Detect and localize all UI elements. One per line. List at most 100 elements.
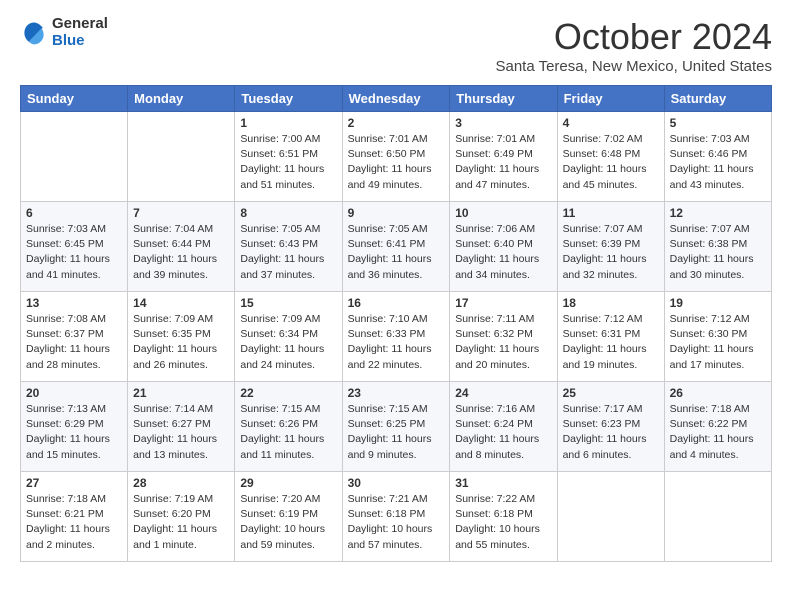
day-info: Sunrise: 7:20 AM Sunset: 6:19 PM Dayligh… (240, 492, 336, 553)
day-number: 24 (455, 386, 551, 400)
logo-icon (20, 19, 48, 47)
day-number: 27 (26, 476, 122, 490)
header-day-thursday: Thursday (450, 86, 557, 112)
day-number: 30 (348, 476, 445, 490)
logo-text: General Blue (52, 16, 108, 49)
calendar-cell: 20 Sunrise: 7:13 AM Sunset: 6:29 PM Dayli… (21, 382, 128, 472)
calendar-cell: 10 Sunrise: 7:06 AM Sunset: 6:40 PM Dayli… (450, 202, 557, 292)
day-info: Sunrise: 7:02 AM Sunset: 6:48 PM Dayligh… (563, 132, 659, 193)
day-number: 2 (348, 116, 445, 130)
day-number: 13 (26, 296, 122, 310)
day-info: Sunrise: 7:05 AM Sunset: 6:43 PM Dayligh… (240, 222, 336, 283)
day-info: Sunrise: 7:19 AM Sunset: 6:20 PM Dayligh… (133, 492, 229, 553)
day-number: 15 (240, 296, 336, 310)
day-number: 28 (133, 476, 229, 490)
calendar-cell: 7 Sunrise: 7:04 AM Sunset: 6:44 PM Daylig… (128, 202, 235, 292)
week-row-2: 6 Sunrise: 7:03 AM Sunset: 6:45 PM Daylig… (21, 202, 772, 292)
header-day-tuesday: Tuesday (235, 86, 342, 112)
header-row: SundayMondayTuesdayWednesdayThursdayFrid… (21, 86, 772, 112)
week-row-3: 13 Sunrise: 7:08 AM Sunset: 6:37 PM Dayli… (21, 292, 772, 382)
calendar-cell (664, 472, 771, 562)
page-header: General Blue October 2024 Santa Teresa, … (20, 16, 772, 75)
day-number: 25 (563, 386, 659, 400)
month-title: October 2024 (495, 16, 772, 58)
day-info: Sunrise: 7:08 AM Sunset: 6:37 PM Dayligh… (26, 312, 122, 373)
day-info: Sunrise: 7:15 AM Sunset: 6:25 PM Dayligh… (348, 402, 445, 463)
day-info: Sunrise: 7:14 AM Sunset: 6:27 PM Dayligh… (133, 402, 229, 463)
calendar-cell: 16 Sunrise: 7:10 AM Sunset: 6:33 PM Dayli… (342, 292, 450, 382)
day-number: 9 (348, 206, 445, 220)
day-number: 31 (455, 476, 551, 490)
day-info: Sunrise: 7:12 AM Sunset: 6:31 PM Dayligh… (563, 312, 659, 373)
calendar-cell: 23 Sunrise: 7:15 AM Sunset: 6:25 PM Dayli… (342, 382, 450, 472)
day-info: Sunrise: 7:03 AM Sunset: 6:46 PM Dayligh… (670, 132, 766, 193)
day-info: Sunrise: 7:13 AM Sunset: 6:29 PM Dayligh… (26, 402, 122, 463)
day-number: 21 (133, 386, 229, 400)
calendar-cell: 11Sunrise: 7:07 AM Sunset: 6:39 PM Dayli… (557, 202, 664, 292)
calendar-cell: 27Sunrise: 7:18 AM Sunset: 6:21 PM Dayli… (21, 472, 128, 562)
day-info: Sunrise: 7:01 AM Sunset: 6:49 PM Dayligh… (455, 132, 551, 193)
day-number: 22 (240, 386, 336, 400)
calendar-cell: 9 Sunrise: 7:05 AM Sunset: 6:41 PM Daylig… (342, 202, 450, 292)
day-info: Sunrise: 7:05 AM Sunset: 6:41 PM Dayligh… (348, 222, 445, 283)
day-number: 10 (455, 206, 551, 220)
day-info: Sunrise: 7:04 AM Sunset: 6:44 PM Dayligh… (133, 222, 229, 283)
day-info: Sunrise: 7:10 AM Sunset: 6:33 PM Dayligh… (348, 312, 445, 373)
week-row-5: 27Sunrise: 7:18 AM Sunset: 6:21 PM Dayli… (21, 472, 772, 562)
calendar-cell: 1 Sunrise: 7:00 AM Sunset: 6:51 PM Daylig… (235, 112, 342, 202)
day-info: Sunrise: 7:18 AM Sunset: 6:22 PM Dayligh… (670, 402, 766, 463)
day-number: 16 (348, 296, 445, 310)
calendar-cell (557, 472, 664, 562)
calendar-cell: 15Sunrise: 7:09 AM Sunset: 6:34 PM Dayli… (235, 292, 342, 382)
day-number: 17 (455, 296, 551, 310)
day-number: 1 (240, 116, 336, 130)
day-number: 18 (563, 296, 659, 310)
day-info: Sunrise: 7:22 AM Sunset: 6:18 PM Dayligh… (455, 492, 551, 553)
calendar-cell: 2 Sunrise: 7:01 AM Sunset: 6:50 PM Daylig… (342, 112, 450, 202)
calendar-header: SundayMondayTuesdayWednesdayThursdayFrid… (21, 86, 772, 112)
day-number: 26 (670, 386, 766, 400)
calendar-cell: 24Sunrise: 7:16 AM Sunset: 6:24 PM Dayli… (450, 382, 557, 472)
header-day-monday: Monday (128, 86, 235, 112)
week-row-4: 20 Sunrise: 7:13 AM Sunset: 6:29 PM Dayli… (21, 382, 772, 472)
calendar-cell: 31 Sunrise: 7:22 AM Sunset: 6:18 PM Dayli… (450, 472, 557, 562)
location-subtitle: Santa Teresa, New Mexico, United States (495, 58, 772, 75)
calendar-cell: 28 Sunrise: 7:19 AM Sunset: 6:20 PM Dayli… (128, 472, 235, 562)
calendar-cell: 8 Sunrise: 7:05 AM Sunset: 6:43 PM Daylig… (235, 202, 342, 292)
day-number: 20 (26, 386, 122, 400)
day-info: Sunrise: 7:01 AM Sunset: 6:50 PM Dayligh… (348, 132, 445, 193)
day-info: Sunrise: 7:06 AM Sunset: 6:40 PM Dayligh… (455, 222, 551, 283)
day-info: Sunrise: 7:00 AM Sunset: 6:51 PM Dayligh… (240, 132, 336, 193)
calendar-cell: 19 Sunrise: 7:12 AM Sunset: 6:30 PM Dayli… (664, 292, 771, 382)
calendar-cell (128, 112, 235, 202)
day-info: Sunrise: 7:12 AM Sunset: 6:30 PM Dayligh… (670, 312, 766, 373)
calendar-cell: 6 Sunrise: 7:03 AM Sunset: 6:45 PM Daylig… (21, 202, 128, 292)
day-number: 23 (348, 386, 445, 400)
calendar-body: 1 Sunrise: 7:00 AM Sunset: 6:51 PM Daylig… (21, 112, 772, 562)
calendar-cell (21, 112, 128, 202)
header-day-wednesday: Wednesday (342, 86, 450, 112)
day-number: 4 (563, 116, 659, 130)
day-number: 6 (26, 206, 122, 220)
calendar-cell: 30Sunrise: 7:21 AM Sunset: 6:18 PM Dayli… (342, 472, 450, 562)
day-number: 7 (133, 206, 229, 220)
day-info: Sunrise: 7:15 AM Sunset: 6:26 PM Dayligh… (240, 402, 336, 463)
day-number: 5 (670, 116, 766, 130)
title-block: October 2024 Santa Teresa, New Mexico, U… (495, 16, 772, 75)
day-info: Sunrise: 7:11 AM Sunset: 6:32 PM Dayligh… (455, 312, 551, 373)
calendar-cell: 22 Sunrise: 7:15 AM Sunset: 6:26 PM Dayli… (235, 382, 342, 472)
calendar-cell: 26 Sunrise: 7:18 AM Sunset: 6:22 PM Dayli… (664, 382, 771, 472)
week-row-1: 1 Sunrise: 7:00 AM Sunset: 6:51 PM Daylig… (21, 112, 772, 202)
day-info: Sunrise: 7:09 AM Sunset: 6:35 PM Dayligh… (133, 312, 229, 373)
calendar-cell: 21 Sunrise: 7:14 AM Sunset: 6:27 PM Dayli… (128, 382, 235, 472)
calendar-cell: 14Sunrise: 7:09 AM Sunset: 6:35 PM Dayli… (128, 292, 235, 382)
day-number: 19 (670, 296, 766, 310)
logo: General Blue (20, 16, 108, 49)
day-info: Sunrise: 7:03 AM Sunset: 6:45 PM Dayligh… (26, 222, 122, 283)
day-info: Sunrise: 7:17 AM Sunset: 6:23 PM Dayligh… (563, 402, 659, 463)
day-number: 11 (563, 206, 659, 220)
calendar-cell: 18 Sunrise: 7:12 AM Sunset: 6:31 PM Dayli… (557, 292, 664, 382)
day-number: 8 (240, 206, 336, 220)
calendar-cell: 17 Sunrise: 7:11 AM Sunset: 6:32 PM Dayli… (450, 292, 557, 382)
day-info: Sunrise: 7:07 AM Sunset: 6:38 PM Dayligh… (670, 222, 766, 283)
